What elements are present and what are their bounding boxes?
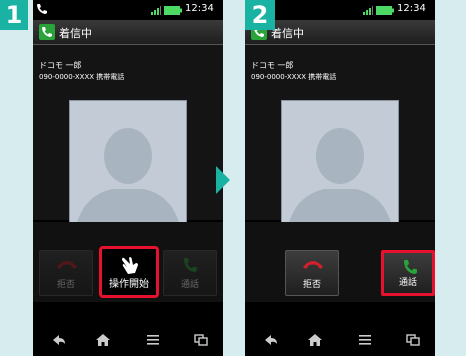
answer-label: 通話 [398, 278, 417, 288]
navigation-bar [245, 324, 435, 356]
caller-number: 090-0000-XXXX 携帯電話 [39, 73, 125, 81]
call-action-bar: 拒否 通話 [245, 222, 435, 302]
person-silhouette-icon [286, 128, 394, 239]
answer-label: 通話 [180, 280, 199, 290]
step-badge-2: 2 [245, 0, 275, 30]
phone-icon [184, 258, 197, 272]
signal-icon [151, 6, 161, 15]
caller-info: ドコモ 一郎 090-0000-XXXX 携帯電話 [33, 45, 223, 240]
caller-number: 090-0000-XXXX 携帯電話 [251, 73, 337, 81]
caller-name: ドコモ 一郎 [39, 61, 82, 70]
hang-up-icon [57, 261, 77, 269]
page-title: 着信中 [59, 27, 92, 40]
status-time: 12:34 [397, 3, 426, 14]
menu-icon[interactable] [145, 333, 161, 347]
reject-label: 拒否 [56, 280, 75, 290]
step-badge-1: 1 [0, 0, 28, 30]
start-operation-button[interactable]: 操作開始 [99, 246, 159, 298]
recent-apps-icon[interactable] [193, 333, 209, 347]
home-icon[interactable] [307, 333, 323, 347]
home-icon[interactable] [95, 333, 111, 347]
signal-icon [363, 6, 373, 15]
battery-icon [164, 6, 182, 15]
status-time: 12:34 [185, 3, 214, 14]
phone-screen-step2: 12:34 着信中 ドコモ 一郎 090-0000-XXXX 携帯電話 拒否 通… [245, 0, 435, 356]
person-silhouette-icon [74, 128, 182, 239]
hand-tap-icon [122, 257, 138, 274]
caller-photo-placeholder [281, 100, 399, 240]
back-icon[interactable] [51, 333, 67, 347]
reject-button[interactable]: 拒否 [39, 250, 93, 296]
navigation-bar [33, 324, 223, 356]
caller-info: ドコモ 一郎 090-0000-XXXX 携帯電話 [245, 45, 435, 240]
recent-apps-icon[interactable] [405, 333, 421, 347]
reject-button[interactable]: 拒否 [285, 250, 339, 296]
hang-up-icon [303, 261, 323, 269]
answer-button[interactable]: 通話 [381, 250, 435, 296]
next-arrow-icon [216, 166, 230, 194]
caller-photo-placeholder [69, 100, 187, 240]
phone-screen-step1: 12:34 着信中 ドコモ 一郎 090-0000-XXXX 携帯電話 拒否 通… [33, 0, 223, 356]
menu-icon[interactable] [357, 333, 373, 347]
reject-label: 拒否 [302, 280, 321, 290]
answer-button[interactable]: 通話 [163, 250, 217, 296]
caller-name: ドコモ 一郎 [251, 61, 294, 70]
phone-icon [37, 4, 47, 14]
back-icon[interactable] [263, 333, 279, 347]
app-title-bar: 着信中 [33, 20, 223, 45]
page-title: 着信中 [271, 27, 304, 40]
battery-icon [376, 6, 394, 15]
status-bar: 12:34 [33, 0, 223, 20]
phone-icon [39, 24, 55, 40]
start-operation-label: 操作開始 [109, 279, 149, 290]
